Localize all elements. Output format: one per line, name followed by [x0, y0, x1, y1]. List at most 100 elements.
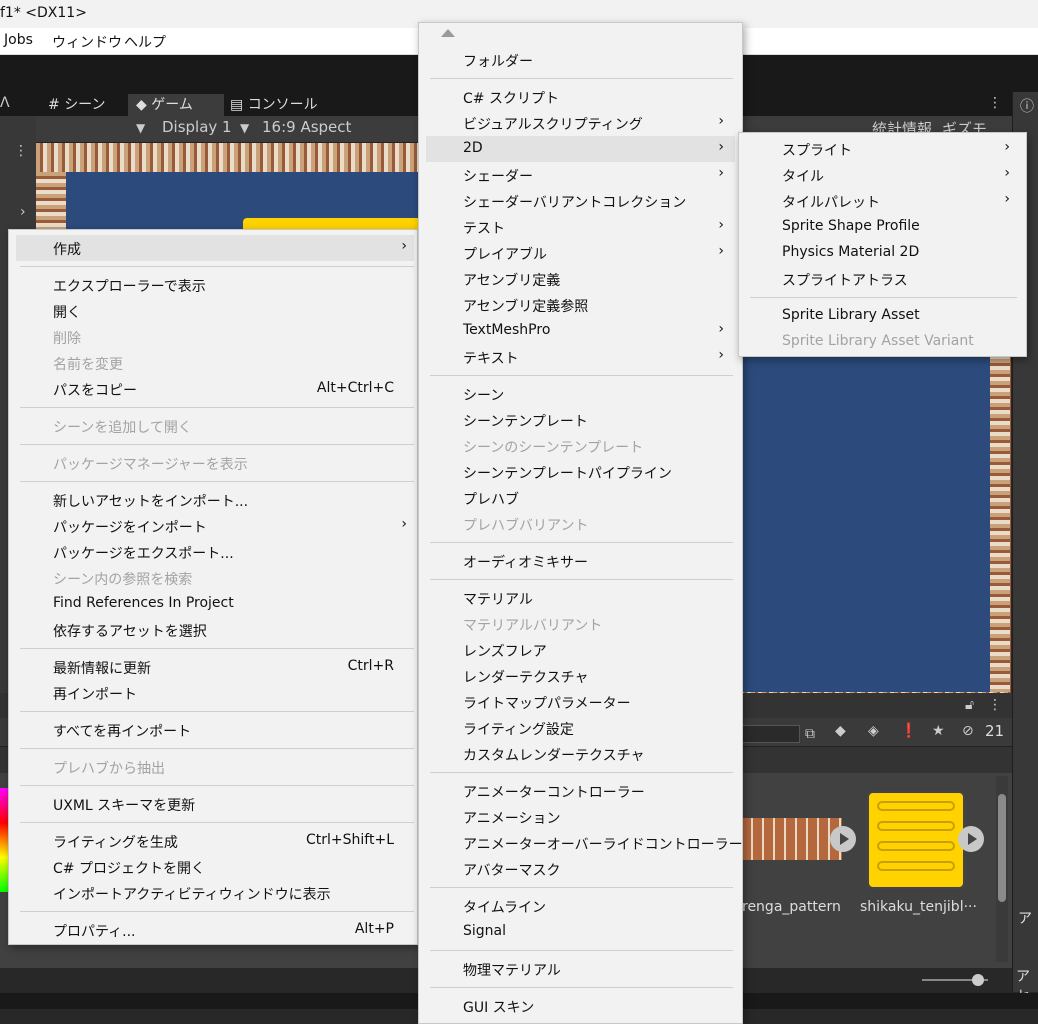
menu-item[interactable]: レンズフレア — [419, 637, 742, 663]
menu-item[interactable]: テスト › — [419, 214, 742, 240]
menu-item[interactable]: UXML スキーマを更新 — [9, 791, 417, 817]
menu-item-label: ビジュアルスクリプティング — [463, 117, 643, 133]
menu-item-label: 名前を変更 — [53, 357, 123, 373]
chevron-right-icon: › — [718, 243, 724, 259]
menu-item-label: エクスプローラーで表示 — [53, 279, 206, 295]
menu-item-label: UXML スキーマを更新 — [53, 798, 196, 814]
menu-item[interactable]: シーンテンプレート — [419, 407, 742, 433]
menu-item[interactable]: パッケージをエクスポート... — [9, 539, 417, 565]
menu-item[interactable]: Physics Material 2D — [739, 240, 1026, 266]
asset-thumb-shikaku-tenji[interactable] — [867, 791, 965, 889]
menu-item[interactable]: エクスプローラーで表示 — [9, 272, 417, 298]
menu-item[interactable]: Sprite Shape Profile — [739, 214, 1026, 240]
filter-type-icon[interactable]: ◆ — [835, 723, 846, 739]
menu-item[interactable]: すべてを再インポート — [9, 717, 417, 743]
menu-item[interactable]: 作成 › — [16, 235, 414, 261]
menu-item[interactable]: カスタムレンダーテクスチャ — [419, 741, 742, 767]
menu-item[interactable]: シェーダーバリアントコレクション — [419, 188, 742, 214]
menu-item[interactable]: TextMeshPro › — [419, 318, 742, 344]
menu-item[interactable]: フォルダー — [419, 47, 742, 73]
menu-item[interactable]: タイルパレット › — [739, 188, 1026, 214]
kebab-menu-icon[interactable]: ⋮ — [988, 95, 1002, 111]
menu-item-label: アバターマスク — [463, 863, 561, 879]
tab-console[interactable]: ▤ コンソール — [222, 94, 340, 116]
display-dropdown[interactable]: Display 1 — [162, 118, 232, 136]
tag-icon[interactable]: ◈ — [868, 723, 879, 739]
menu-item[interactable]: タイル › — [739, 162, 1026, 188]
menu-item-label: アセンブリ定義参照 — [463, 299, 589, 315]
menu-help[interactable]: ヘルプ — [124, 32, 166, 52]
menu-item[interactable]: 2D › — [426, 136, 735, 162]
menu-item-label: プレハブバリアント — [463, 518, 589, 534]
hidden-eye-icon[interactable]: ⊘ — [962, 723, 974, 739]
aspect-dropdown[interactable]: 16:9 Aspect — [262, 118, 351, 136]
color-asset-thumb[interactable] — [0, 788, 8, 892]
menu-item[interactable]: アニメーション — [419, 804, 742, 830]
menu-item[interactable]: パッケージをインポート › — [9, 513, 417, 539]
menu-item[interactable]: Signal — [419, 919, 742, 945]
menu-item: マテリアルバリアント — [419, 611, 742, 637]
menu-item[interactable]: パスをコピー Alt+Ctrl+C — [9, 376, 417, 402]
menu-item[interactable]: マテリアル — [419, 585, 742, 611]
dropdown-arrow-icon[interactable]: ▼ — [240, 121, 249, 135]
menu-item[interactable]: ビジュアルスクリプティング › — [419, 110, 742, 136]
menu-item[interactable]: 開く — [9, 298, 417, 324]
star-icon[interactable]: ★ — [932, 723, 945, 739]
menu-item-label: 削除 — [53, 331, 81, 347]
menu-separator — [20, 407, 414, 408]
menu-item[interactable]: シーンテンプレートパイプライン — [419, 459, 742, 485]
menu-item[interactable]: C# プロジェクトを開く — [9, 854, 417, 880]
search-mode-icon[interactable]: ⧉ — [805, 726, 815, 742]
menu-item[interactable]: アニメーターオーバーライドコントローラー — [419, 830, 743, 856]
scroll-up-icon[interactable] — [441, 29, 455, 37]
menu-item[interactable]: スプライト › — [739, 136, 1026, 162]
menu-item[interactable]: スプライトアトラス — [739, 266, 1026, 292]
menu-item[interactable]: アセンブリ定義 — [419, 266, 742, 292]
kebab-menu-icon[interactable]: ⋮ — [988, 697, 1002, 713]
asset-thumb-renga-pattern[interactable] — [742, 818, 842, 860]
menu-item[interactable]: 新しいアセットをインポート... — [9, 487, 417, 513]
menu-item[interactable]: ライティングを生成 Ctrl+Shift+L — [9, 828, 417, 854]
menu-item[interactable]: Sprite Library Asset — [739, 303, 1026, 329]
menu-item[interactable]: 再インポート — [9, 680, 417, 706]
menu-item[interactable]: 物理マテリアル — [419, 956, 742, 982]
menu-item[interactable]: Find References In Project — [9, 591, 417, 617]
menu-item[interactable]: レンダーテクスチャ — [419, 663, 742, 689]
play-icon[interactable] — [958, 826, 984, 852]
menu-item[interactable]: 最新情報に更新 Ctrl+R — [9, 654, 417, 680]
console-icon: ▤ — [230, 97, 244, 113]
play-icon[interactable] — [830, 826, 856, 852]
thumbnail-size-slider[interactable] — [922, 974, 988, 986]
menu-item[interactable]: タイムライン — [419, 893, 742, 919]
menu-item[interactable]: GUI スキン — [419, 993, 742, 1019]
menu-item[interactable]: プレイアブル › — [419, 240, 742, 266]
search-input[interactable] — [742, 725, 800, 743]
lock-icon[interactable]: ᐱ — [0, 95, 10, 111]
menu-item[interactable]: シェーダー › — [419, 162, 742, 188]
menu-item[interactable]: アニメーターコントローラー — [419, 778, 742, 804]
menu-item[interactable]: インポートアクティビティウィンドウに表示 — [9, 880, 417, 906]
kebab-menu-icon[interactable]: ⋮ — [14, 143, 28, 159]
menu-item[interactable]: 依存するアセットを選択 — [9, 617, 417, 643]
asset-label: shikaku_tenjibl··· — [860, 899, 977, 915]
lock-icon[interactable]: 🔓︎ — [965, 697, 974, 713]
chevron-right-icon[interactable]: › — [20, 204, 26, 220]
warning-icon[interactable]: ❗ — [900, 723, 917, 739]
dropdown-arrow-icon[interactable]: ▼ — [136, 121, 145, 135]
menu-item[interactable]: シーン — [419, 381, 742, 407]
menu-window[interactable]: ウィンドウ — [52, 32, 122, 52]
tab-game[interactable]: ◆ ゲーム — [128, 94, 224, 116]
menu-item[interactable]: オーディオミキサー — [419, 548, 742, 574]
menu-item[interactable]: ライティング設定 — [419, 715, 742, 741]
menu-item[interactable]: プレハブ — [419, 485, 742, 511]
menu-item[interactable]: ライトマップパラメーター — [419, 689, 742, 715]
menu-item[interactable]: プロパティ... Alt+P — [9, 917, 417, 943]
info-icon[interactable]: ⓘ — [1020, 96, 1034, 116]
tab-scene[interactable]: # シーン — [40, 94, 132, 116]
menu-item[interactable]: アセンブリ定義参照 — [419, 292, 742, 318]
project-scrollbar[interactable] — [996, 776, 1008, 962]
menu-item[interactable]: テキスト › — [419, 344, 742, 370]
menu-jobs[interactable]: Jobs — [4, 32, 33, 48]
menu-item[interactable]: C# スクリプト — [419, 84, 742, 110]
menu-item[interactable]: アバターマスク — [419, 856, 742, 882]
